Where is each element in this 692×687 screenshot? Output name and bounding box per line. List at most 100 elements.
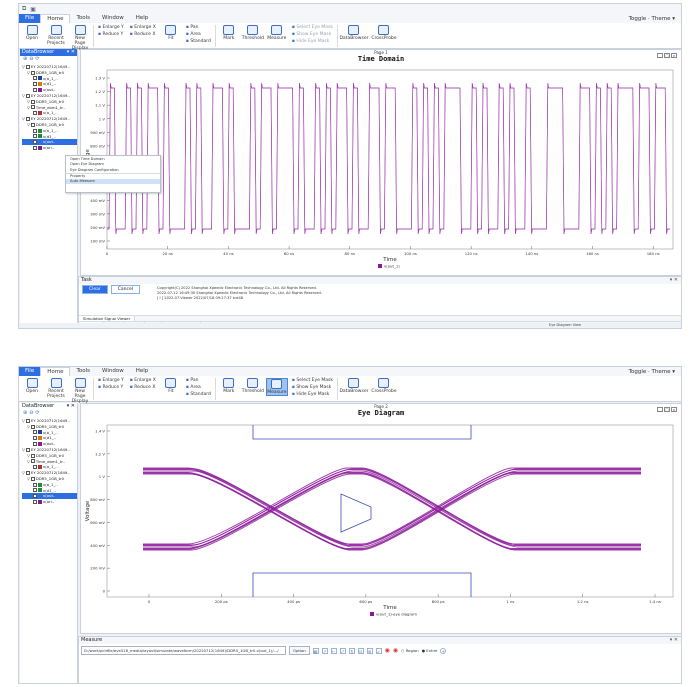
minimize-icon[interactable]: _ bbox=[657, 53, 663, 58]
time-domain-chart[interactable]: 1.3 V1.2 V1.1 V1 V900 mV800 mV700 mV600 … bbox=[81, 64, 681, 274]
refresh-icon[interactable]: ⟳ bbox=[35, 56, 41, 62]
menu-home[interactable]: Home bbox=[40, 367, 71, 376]
tree-checkbox[interactable] bbox=[30, 459, 35, 464]
tree-checkbox[interactable] bbox=[33, 111, 37, 116]
tree-checkbox[interactable] bbox=[33, 482, 37, 487]
expand-icon[interactable]: ▽ bbox=[27, 122, 30, 128]
enlarge-y-button[interactable]: Enlarge Y bbox=[98, 378, 123, 384]
reduce-y-button[interactable]: Reduce Y bbox=[98, 385, 124, 391]
measure-tool-icon[interactable]: ↗ bbox=[321, 647, 328, 654]
expand-icon[interactable]: ▽ bbox=[22, 64, 25, 70]
tree-checkbox[interactable] bbox=[33, 465, 37, 470]
new-page-display-button[interactable]: New Page Display bbox=[69, 378, 91, 404]
area-button[interactable]: Area bbox=[186, 385, 211, 391]
tree-checkbox[interactable] bbox=[33, 442, 37, 447]
enlarge-y-button[interactable]: Enlarge Y bbox=[98, 25, 123, 31]
maximize-icon[interactable]: □ bbox=[664, 407, 670, 412]
open-button[interactable]: Open bbox=[21, 25, 43, 41]
crossprobe-button[interactable]: CrossProbe bbox=[370, 25, 398, 41]
menu-window[interactable]: Window bbox=[96, 14, 130, 23]
menu-window[interactable]: Window bbox=[96, 367, 130, 376]
reduce-x-button[interactable]: Reduce X bbox=[130, 385, 156, 391]
show-eye-mask-button[interactable]: Show Eye Mask bbox=[292, 385, 333, 391]
fit-button[interactable]: Fit bbox=[160, 25, 182, 41]
tree-checkbox[interactable] bbox=[33, 82, 37, 87]
context-menu-item[interactable]: Auto Measure bbox=[66, 178, 160, 184]
measure-tool-icon[interactable]: ⊡ bbox=[357, 647, 364, 654]
tree-checkbox[interactable] bbox=[33, 430, 37, 435]
select-eye-mask-button[interactable]: Select Eye Mask bbox=[292, 378, 333, 384]
menu-tools[interactable]: Tools bbox=[70, 14, 96, 23]
close-icon[interactable]: × bbox=[671, 53, 677, 58]
tree-checkbox[interactable] bbox=[33, 88, 37, 93]
clear-button[interactable]: Clear bbox=[82, 285, 108, 294]
standard-button[interactable]: Standard bbox=[186, 39, 210, 45]
reduce-x-button[interactable]: Reduce X bbox=[130, 32, 156, 38]
tree-checkbox[interactable] bbox=[33, 500, 37, 505]
tree-checkbox[interactable] bbox=[33, 494, 37, 499]
threshold-button[interactable]: Threshold bbox=[242, 25, 264, 41]
tree-checkbox[interactable] bbox=[33, 140, 37, 145]
eye-icon[interactable]: ◉ bbox=[385, 647, 390, 654]
tree-checkbox[interactable] bbox=[33, 76, 37, 81]
tree-checkbox[interactable] bbox=[25, 418, 30, 423]
enlarge-x-button[interactable]: Enlarge X bbox=[130, 25, 156, 31]
entire-radio[interactable]: ● Entire bbox=[422, 648, 438, 653]
measure-button[interactable]: Measure bbox=[265, 378, 288, 396]
fit-button[interactable]: Fit bbox=[160, 378, 182, 394]
tree-checkbox[interactable] bbox=[33, 134, 37, 139]
measure-tool-icon[interactable]: ⊞ bbox=[366, 647, 373, 654]
maximize-icon[interactable]: □ bbox=[664, 53, 670, 58]
standard-button[interactable]: Standard bbox=[186, 392, 210, 398]
mark-button[interactable]: Mark bbox=[218, 378, 240, 394]
measure-tool-icon[interactable]: ▦ bbox=[312, 647, 319, 654]
close-icon[interactable]: ▾ ✕ bbox=[670, 277, 681, 284]
tree-checkbox[interactable] bbox=[30, 476, 35, 481]
expand-icon[interactable]: ▽ bbox=[27, 424, 30, 430]
eye-off-icon[interactable]: ◉ bbox=[393, 647, 398, 654]
tree-item[interactable]: v(ori.. bbox=[22, 499, 77, 505]
area-button[interactable]: Area bbox=[186, 32, 211, 38]
measure-button[interactable]: Measure bbox=[266, 25, 288, 41]
tree-checkbox[interactable] bbox=[25, 471, 30, 476]
tree-checkbox[interactable] bbox=[33, 436, 37, 441]
expand-icon[interactable]: ▽ bbox=[22, 93, 25, 99]
expand-icon[interactable]: ▽ bbox=[22, 116, 25, 122]
measure-tool-icon[interactable]: ⊢ bbox=[330, 647, 337, 654]
tree-checkbox[interactable] bbox=[25, 64, 30, 69]
show-eye-mask-button[interactable]: Show Eye Mask bbox=[292, 32, 333, 38]
tree-checkbox[interactable] bbox=[30, 424, 35, 429]
tree-checkbox[interactable] bbox=[30, 105, 35, 110]
crossprobe-button[interactable]: CrossProbe bbox=[370, 378, 398, 394]
close-icon[interactable]: ▾ ✕ bbox=[67, 403, 77, 410]
hide-eye-mask-button[interactable]: Hide Eye Mask bbox=[292, 39, 333, 45]
quick-save-icon[interactable]: ▣ bbox=[30, 6, 36, 13]
eye-diagram-chart[interactable]: 1.4 V 1.2 V 1 V 800 mV 600 mV 400 mV 200 mV 0 0 2… bbox=[81, 419, 681, 633]
region-radio[interactable]: ○ Region bbox=[401, 648, 419, 653]
measure-tool-icon[interactable]: ↙ bbox=[375, 647, 382, 654]
toggle-theme[interactable]: Toggle · Theme ▾ bbox=[629, 369, 681, 375]
toggle-theme[interactable]: Toggle · Theme ▾ bbox=[629, 16, 681, 22]
enlarge-x-button[interactable]: Enlarge X bbox=[130, 378, 156, 384]
expand-icon[interactable]: ▽ bbox=[22, 447, 25, 453]
menu-home[interactable]: Home bbox=[40, 14, 71, 23]
menu-tools[interactable]: Tools bbox=[70, 367, 96, 376]
menu-help[interactable]: Help bbox=[130, 367, 155, 376]
option-button[interactable]: Option bbox=[289, 646, 310, 655]
open-button[interactable]: Open bbox=[21, 378, 43, 394]
tree-item[interactable]: v(ori.. bbox=[22, 145, 77, 151]
tree-checkbox[interactable] bbox=[30, 99, 35, 104]
select-eye-mask-button[interactable]: Select Eye Mask bbox=[292, 25, 333, 31]
tree-checkbox[interactable] bbox=[25, 447, 30, 452]
cancel-button[interactable]: Cancel bbox=[110, 285, 141, 294]
add-measure-icon[interactable]: + bbox=[440, 647, 447, 654]
tree-checkbox[interactable] bbox=[30, 70, 35, 75]
tree-checkbox[interactable] bbox=[25, 117, 30, 122]
new-page-display-button[interactable]: New Page Display bbox=[69, 25, 91, 51]
expand-icon[interactable]: ▽ bbox=[27, 459, 30, 465]
threshold-button[interactable]: Threshold bbox=[242, 378, 264, 394]
tree-checkbox[interactable] bbox=[30, 122, 35, 127]
menu-file[interactable]: File bbox=[19, 14, 41, 23]
expand-icon[interactable]: ▽ bbox=[27, 476, 30, 482]
close-icon[interactable]: ▾ ✕ bbox=[67, 49, 77, 56]
